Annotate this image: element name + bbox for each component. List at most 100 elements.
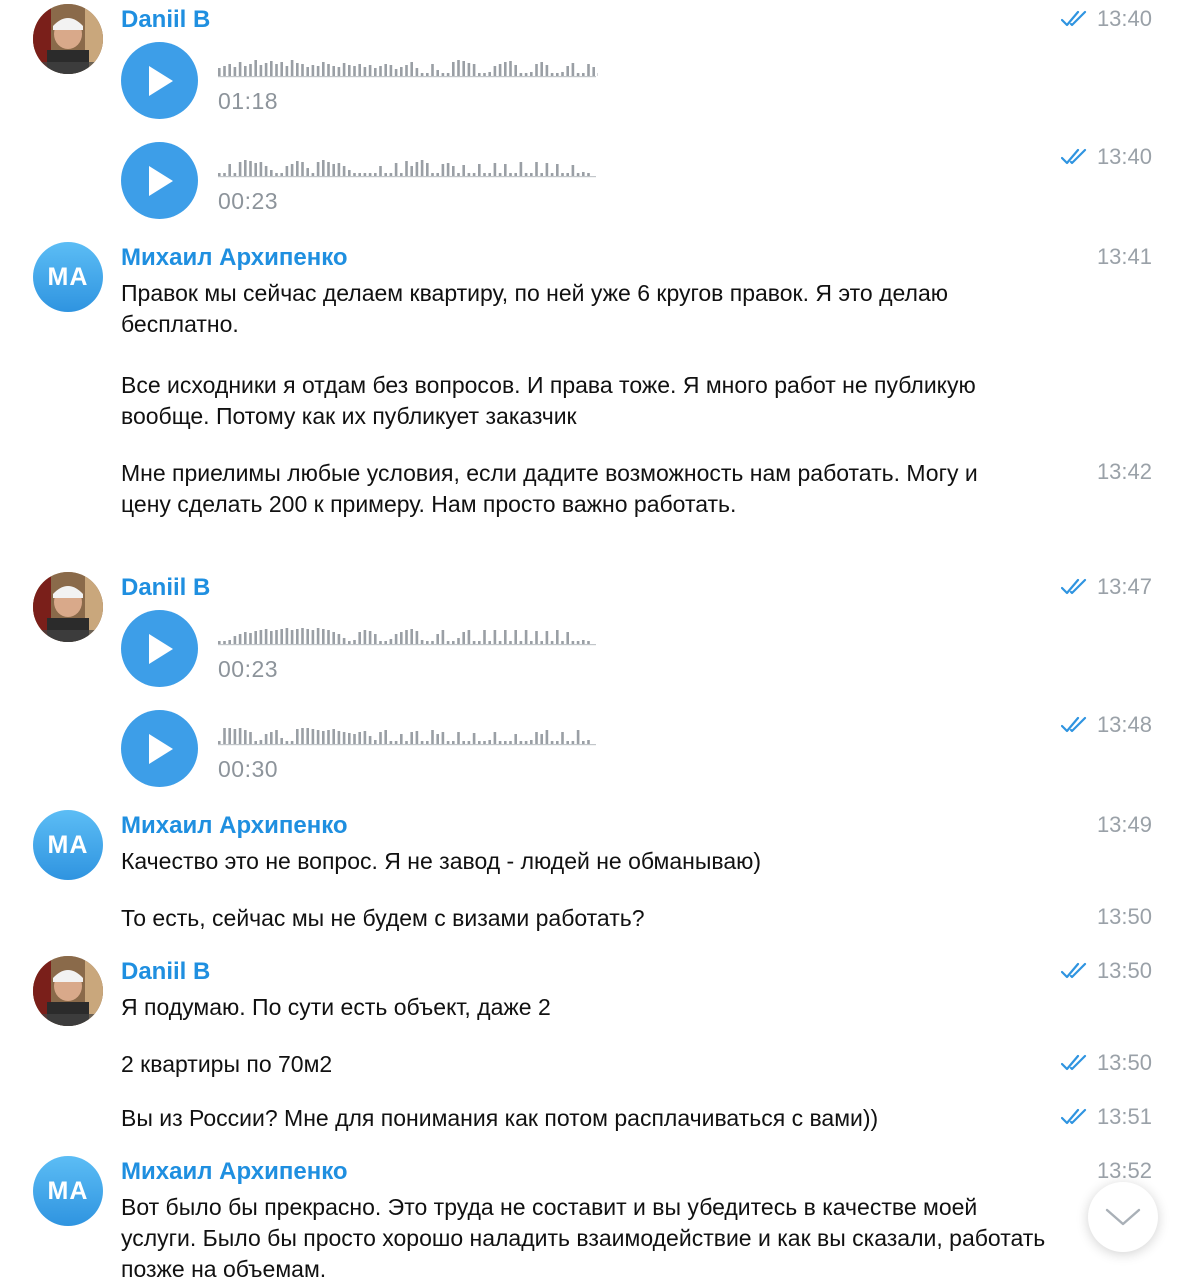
avatar-daniil[interactable] <box>33 4 103 74</box>
waveform-bar <box>530 740 533 744</box>
waveform-bar <box>488 72 491 76</box>
waveform-bar <box>270 631 273 644</box>
waveform-bar <box>420 741 424 744</box>
waveform-bar <box>400 173 403 176</box>
waveform-bar <box>524 630 528 644</box>
waveform-bar <box>561 641 564 644</box>
waveform-bar <box>540 173 543 176</box>
avatar-daniil[interactable] <box>33 572 103 642</box>
waveform-bar <box>280 173 283 176</box>
waveform-bar <box>452 166 455 176</box>
waveform-bar <box>394 69 398 76</box>
waveform-bar <box>342 732 346 744</box>
waveform-bar <box>290 741 294 744</box>
sender-name[interactable]: Михаил Архипенко <box>121 1157 348 1187</box>
avatar-mikhail[interactable]: MA <box>33 242 103 312</box>
sender-name[interactable]: Daniil B <box>121 573 210 603</box>
waveform-bar <box>472 733 476 744</box>
waveform-bar <box>550 73 554 76</box>
waveform-bar <box>441 630 445 644</box>
message-time: 13:49 <box>1097 811 1152 839</box>
scroll-down-button[interactable] <box>1088 1182 1158 1252</box>
message-text: Вот было бы прекрасно. Это труда не сост… <box>121 1194 1046 1282</box>
waveform-bar <box>467 63 471 76</box>
message-time: 13:41 <box>1097 243 1152 271</box>
waveform-bar <box>275 730 278 744</box>
waveform-bar <box>514 173 517 176</box>
play-icon <box>148 633 173 664</box>
waveform-bar <box>348 65 351 76</box>
waveform-bar <box>582 741 585 744</box>
waveform-bar <box>472 173 476 176</box>
waveform-bar <box>519 741 523 744</box>
waveform-bar <box>426 73 429 76</box>
waveform-bar <box>285 66 289 76</box>
waveform-bar <box>504 741 507 744</box>
avatar-mikhail[interactable]: MA <box>33 810 103 880</box>
time-label: 13:50 <box>1096 904 1152 929</box>
waveform-bar <box>561 173 564 176</box>
avatar-daniil[interactable] <box>33 956 103 1026</box>
waveform-bar <box>379 66 382 76</box>
waveform-bar <box>353 734 356 744</box>
waveform-bar <box>306 629 309 644</box>
waveform-bar <box>530 173 533 176</box>
play-button[interactable] <box>121 42 198 119</box>
waveform-bar <box>306 168 309 176</box>
waveform-bar <box>467 741 471 744</box>
waveform-bar <box>218 68 221 76</box>
avatar-mikhail[interactable]: MA <box>33 1156 103 1226</box>
sender-name[interactable]: Daniil B <box>121 5 210 35</box>
time-label: 13:50 <box>1096 958 1152 983</box>
waveform-bar <box>306 728 309 744</box>
waveform[interactable] <box>218 724 598 746</box>
waveform[interactable] <box>218 56 598 78</box>
waveform-bar <box>311 65 315 76</box>
waveform-bar <box>384 173 387 176</box>
waveform-bar <box>457 732 460 744</box>
waveform-bar <box>478 164 481 176</box>
waveform-bar <box>446 73 450 76</box>
message-time: 13:51 <box>1060 1103 1152 1131</box>
waveform-bar <box>462 741 465 744</box>
waveform-bar <box>311 729 315 744</box>
waveform-bar <box>446 163 450 176</box>
waveform-bar <box>540 62 543 76</box>
waveform[interactable] <box>218 624 598 646</box>
waveform-bar <box>556 73 559 76</box>
waveform-bar <box>358 173 361 176</box>
waveform-bar <box>426 163 429 176</box>
waveform-bar <box>389 173 393 176</box>
waveform[interactable] <box>218 156 598 178</box>
waveform-bar <box>358 632 361 644</box>
message-time: 13:40 <box>1060 143 1152 171</box>
waveform-bar <box>530 72 533 76</box>
waveform-bar <box>270 732 273 744</box>
waveform-bar <box>322 160 325 176</box>
play-button[interactable] <box>121 710 198 787</box>
waveform-bar <box>540 641 543 644</box>
sender-name[interactable]: Михаил Архипенко <box>121 243 348 273</box>
play-button[interactable] <box>121 142 198 219</box>
waveform-bar <box>545 730 549 744</box>
waveform-bar <box>238 62 242 76</box>
waveform-bar <box>363 630 367 644</box>
waveform-bar <box>332 66 335 76</box>
sender-name[interactable]: Михаил Архипенко <box>121 811 348 841</box>
waveform-bar <box>436 734 439 744</box>
waveform-bar <box>348 170 351 176</box>
waveform-bar <box>441 164 445 176</box>
play-button[interactable] <box>121 610 198 687</box>
waveform-bar <box>301 64 304 76</box>
sender-name[interactable]: Daniil B <box>121 957 210 987</box>
waveform-bar <box>576 730 580 744</box>
waveform-bar <box>576 173 580 176</box>
waveform-bar <box>389 65 393 76</box>
waveform-bar <box>540 734 543 744</box>
time-label: 13:49 <box>1096 812 1152 837</box>
double-check-icon <box>1060 1108 1089 1126</box>
waveform-bar <box>394 634 398 644</box>
waveform-bar <box>223 173 226 176</box>
waveform-bar <box>353 173 356 176</box>
waveform-bar <box>384 641 387 644</box>
